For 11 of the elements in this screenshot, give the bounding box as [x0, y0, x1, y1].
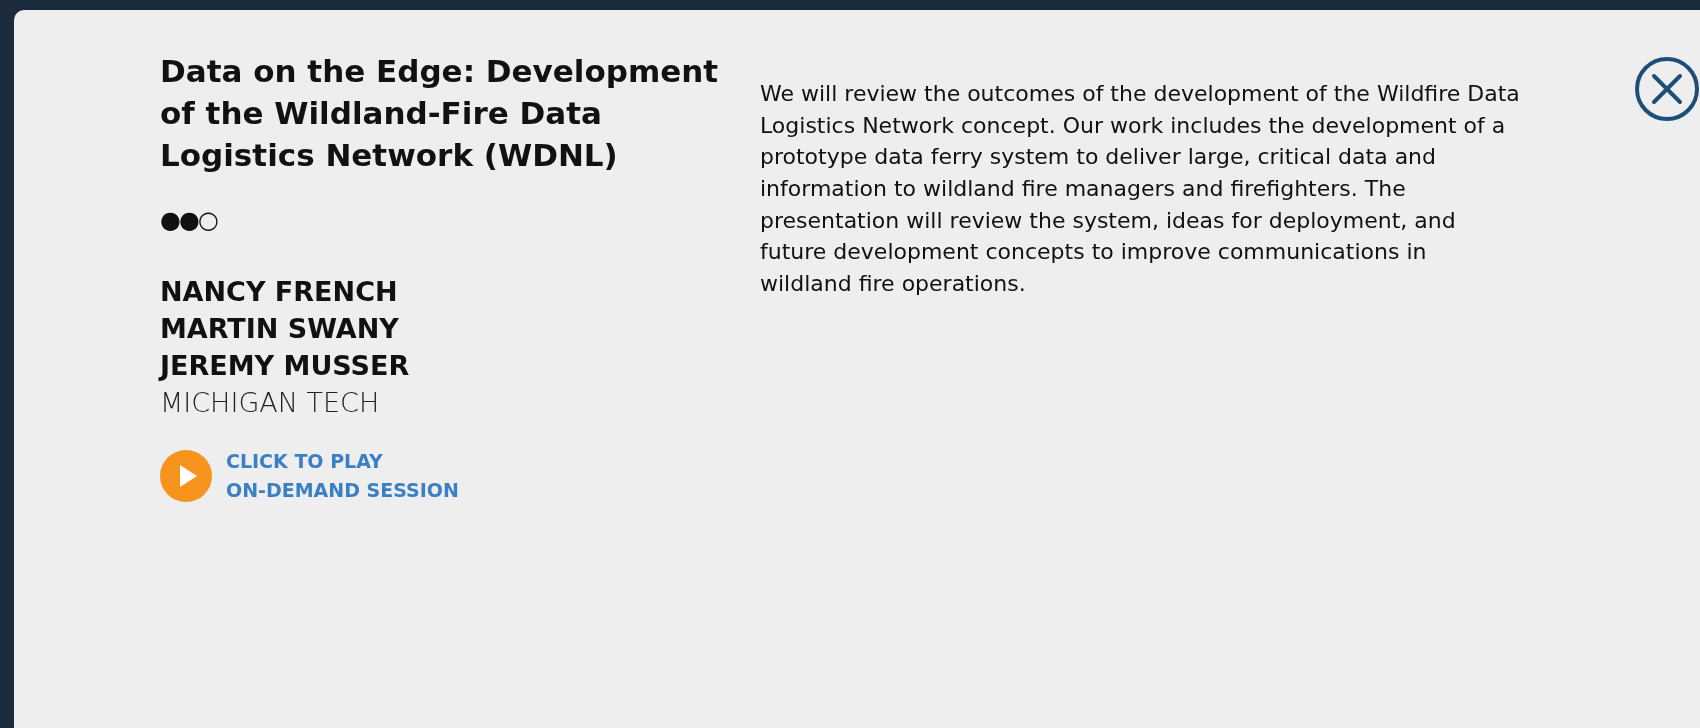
speaker-name: JEREMY MUSSER	[160, 348, 411, 383]
session-description: We will review the outcomes of the development of the Wildfire Data Logistics Network concept. Our work includes the development of a prototype data ferry system to deliver large, critical data and information to wildland fire managers and firefighters. The presentation will review the system, ideas for deployment, and future development concepts to improve communications in wildland fire operations.	[760, 80, 1520, 299]
level-indicator: ●●○	[160, 205, 219, 237]
close-icon	[1634, 56, 1700, 122]
speaker-name: NANCY FRENCH	[160, 275, 399, 310]
organization-name: MICHIGAN TECH	[160, 385, 381, 420]
speaker-name: MARTIN SWANY	[160, 312, 400, 347]
close-button[interactable]	[1634, 56, 1700, 122]
session-title: Data on the Edge: Development of the Wildland-Fire Data Logistics Network (WDNL)	[160, 52, 720, 176]
play-session-link[interactable]: CLICK TO PLAY ON-DEMAND SESSION	[160, 447, 459, 505]
play-icon	[160, 449, 212, 502]
